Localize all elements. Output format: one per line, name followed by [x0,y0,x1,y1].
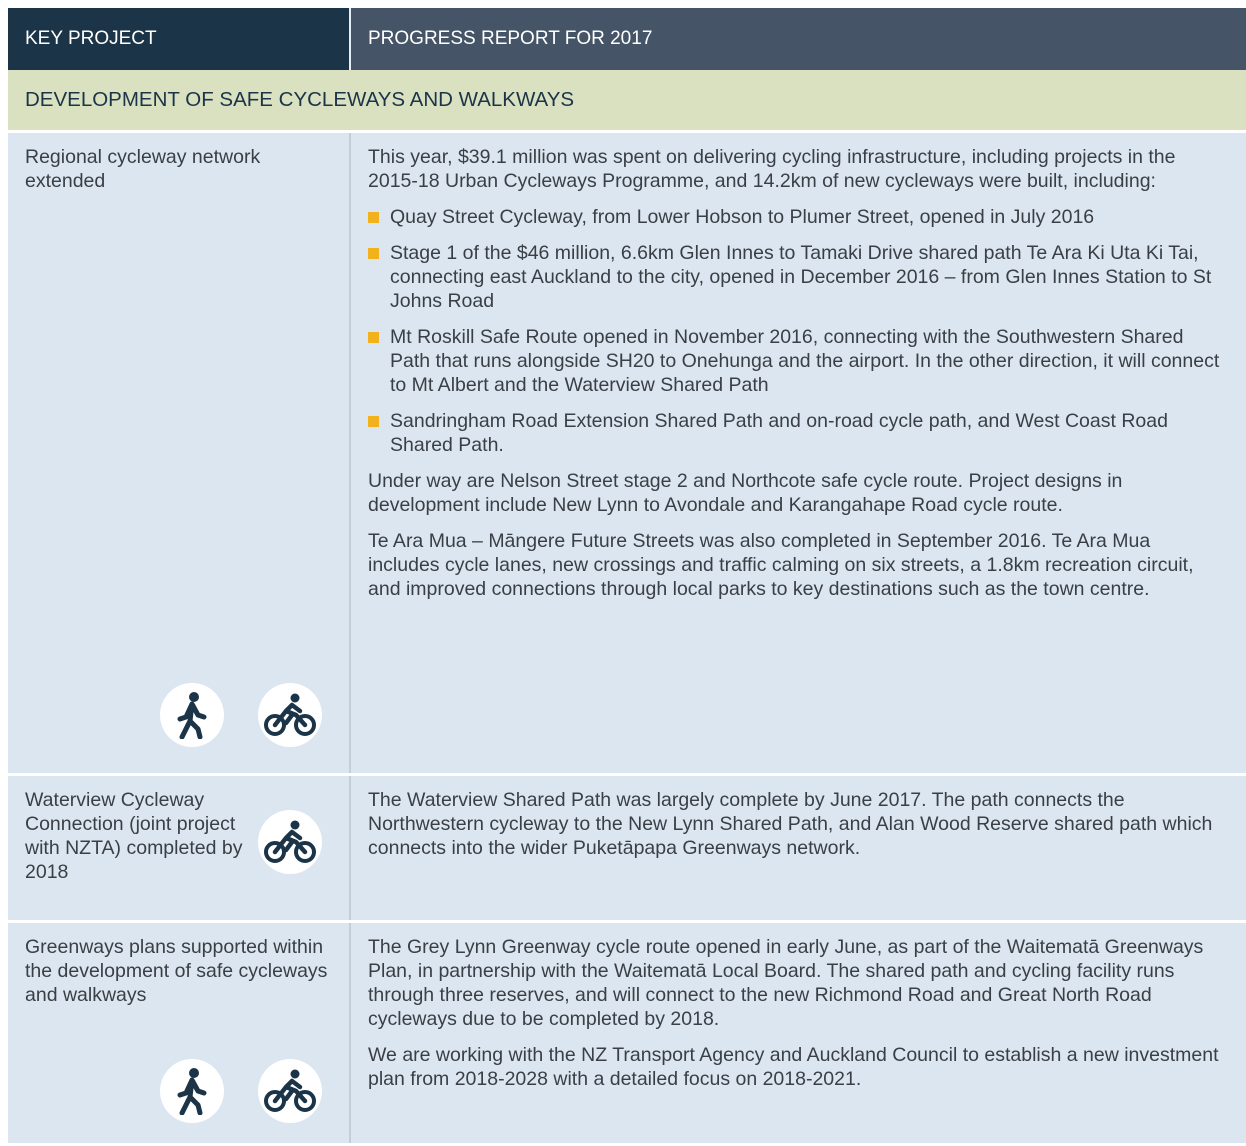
progress-cell: The Waterview Shared Path was largely co… [351,776,1246,920]
progress-intro: This year, $39.1 million was spent on de… [368,146,1176,192]
project-name: Waterview Cycleway Connection (joint pro… [25,789,243,883]
cycling-icon [258,1059,322,1123]
progress-paragraph: The Waterview Shared Path was largely co… [368,789,1213,859]
progress-cell: This year, $39.1 million was spent on de… [351,133,1246,773]
bullet-list: Quay Street Cycleway, from Lower Hobson … [368,205,1226,457]
project-cell: Regional cycleway network extended [8,133,349,773]
cycling-icon [258,810,322,874]
progress-paragraph: Under way are Nelson Street stage 2 and … [368,470,1123,516]
cycling-icon [258,683,322,747]
project-cell: Greenways plans supported within the dev… [8,923,349,1143]
list-item-text: Mt Roskill Safe Route opened in November… [390,326,1220,396]
table-row: Regional cycleway network extended This … [8,130,1246,773]
progress-paragraph: Te Ara Mua – Māngere Future Streets was … [368,530,1194,600]
list-item-text: Stage 1 of the $46 million, 6.6km Glen I… [390,242,1212,312]
list-item: Quay Street Cycleway, from Lower Hobson … [368,205,1226,229]
walking-icon [160,1059,224,1123]
project-cell: Waterview Cycleway Connection (joint pro… [8,776,349,920]
table-row: Waterview Cycleway Connection (joint pro… [8,773,1246,920]
project-name: Greenways plans supported within the dev… [25,936,328,1006]
table-row: Greenways plans supported within the dev… [8,920,1246,1143]
section-title: DEVELOPMENT OF SAFE CYCLEWAYS AND WALKWA… [8,70,1246,130]
progress-cell: The Grey Lynn Greenway cycle route opene… [351,923,1246,1143]
header-progress-report: PROGRESS REPORT FOR 2017 [351,8,1246,70]
progress-paragraph: We are working with the NZ Transport Age… [368,1044,1219,1090]
header-key-project: KEY PROJECT [8,8,349,70]
list-item: Stage 1 of the $46 million, 6.6km Glen I… [368,241,1226,313]
bullet-marker [368,248,379,259]
bullet-marker [368,212,379,223]
list-item: Sandringham Road Extension Shared Path a… [368,409,1226,457]
list-item-text: Sandringham Road Extension Shared Path a… [390,410,1168,456]
list-item-text: Quay Street Cycleway, from Lower Hobson … [390,206,1095,228]
bullet-marker [368,416,379,427]
bullet-marker [368,332,379,343]
table-header: KEY PROJECT PROGRESS REPORT FOR 2017 [8,8,1246,70]
progress-paragraph: The Grey Lynn Greenway cycle route opene… [368,936,1204,1030]
progress-table: KEY PROJECT PROGRESS REPORT FOR 2017 DEV… [8,8,1246,1143]
list-item: Mt Roskill Safe Route opened in November… [368,325,1226,397]
project-name: Regional cycleway network extended [25,146,261,192]
walking-icon [160,683,224,747]
